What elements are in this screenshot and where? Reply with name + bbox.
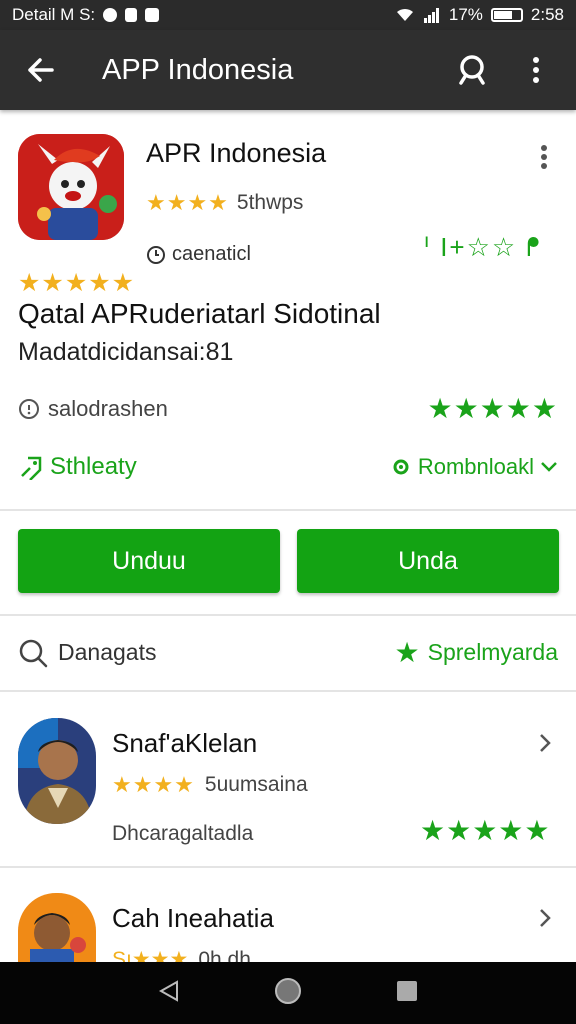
app-more-icon[interactable] bbox=[540, 144, 548, 175]
big-rating-stars: ★★★★★ bbox=[18, 269, 136, 297]
list-item-rating-text: 0h dh bbox=[198, 947, 251, 963]
links-row: Sthleaty Rombnloakl bbox=[18, 453, 558, 481]
app-category: caenaticl bbox=[146, 243, 251, 266]
clock-icon bbox=[147, 245, 165, 264]
meta-green-stars: ★★★★★ bbox=[427, 393, 558, 424]
list-item[interactable]: Cah Ineahatia Sı★★★ 0h dh bbox=[0, 893, 576, 962]
divider bbox=[0, 614, 576, 616]
meta-label: salodrashen bbox=[48, 395, 168, 421]
home-circle-icon[interactable] bbox=[274, 977, 302, 1010]
divider bbox=[0, 690, 576, 692]
battery-icon bbox=[490, 8, 523, 22]
list-item[interactable]: Snaf'aKlelan ★★★★ 5uumsaina Dhcaragaltad… bbox=[0, 718, 576, 868]
rating-text: 5thwps bbox=[236, 191, 304, 214]
more-vert-icon[interactable] bbox=[514, 48, 558, 92]
search-icon[interactable] bbox=[18, 638, 48, 668]
wifi-icon bbox=[396, 8, 413, 21]
info-icon bbox=[19, 398, 39, 419]
back-arrow-icon[interactable] bbox=[18, 48, 62, 92]
rating-stars: Sı★★★ bbox=[112, 947, 188, 962]
list-item-rating-text: 5uumsaina bbox=[204, 773, 308, 796]
app-name: APR Indonesia bbox=[146, 138, 327, 168]
search-section-row: Danagats ★ Sprelmyarda bbox=[18, 636, 558, 669]
status-left-text: Detail M S: bbox=[12, 5, 96, 24]
list-item-rating: Sı★★★ 0h dh bbox=[112, 947, 251, 963]
app-bar: APP Indonesia bbox=[0, 30, 576, 110]
rating-stars: ★★★★ bbox=[146, 190, 229, 215]
tag-icon bbox=[21, 456, 42, 480]
app-badges: ᑊ I+☆☆ ᖰ bbox=[424, 232, 542, 262]
primary-download-button[interactable]: Unduu bbox=[18, 529, 280, 593]
list-item-title: Cah Ineahatia bbox=[112, 903, 274, 933]
stars-prefix: Sı bbox=[112, 948, 132, 962]
status-time: 2:58 bbox=[530, 5, 564, 24]
recents-square-icon[interactable] bbox=[395, 979, 419, 1008]
rating-stars: ★★★★ bbox=[112, 772, 195, 797]
app-bar-title: APP Indonesia bbox=[102, 53, 294, 86]
battery-percent: 17% bbox=[448, 5, 483, 24]
settings-icon bbox=[393, 459, 409, 475]
search-icon[interactable] bbox=[450, 48, 494, 92]
search-section-label[interactable]: Danagats bbox=[58, 639, 156, 666]
app-rating: ★★★★ 5thwps bbox=[146, 190, 303, 216]
link-left[interactable]: Sthleaty bbox=[18, 453, 137, 481]
list-item-green-stars: ★★★★★ bbox=[420, 815, 551, 846]
link-right-label: Rombnloakl bbox=[417, 454, 534, 479]
list-item-rating: ★★★★ 5uumsaina bbox=[112, 772, 308, 798]
avatar bbox=[18, 893, 96, 962]
list-item-title: Snaf'aKlelan bbox=[112, 728, 258, 758]
notification-icon bbox=[103, 8, 118, 22]
meta-row: salodrashen ★★★★★ bbox=[18, 392, 558, 425]
link-right[interactable]: Rombnloakl bbox=[390, 454, 558, 480]
back-triangle-icon[interactable] bbox=[157, 979, 181, 1008]
featured-label: Sprelmyarda bbox=[427, 639, 558, 665]
category-text: caenaticl bbox=[172, 243, 251, 265]
link-left-label: Sthleaty bbox=[50, 453, 137, 480]
app-subline: Madatdicidansai:81 bbox=[18, 338, 234, 366]
list-item-subtitle: Dhcaragaltadla bbox=[112, 822, 254, 845]
app-headline: Qatal APRuderiatarl Sidotinal bbox=[18, 298, 381, 329]
star-icon: ★ bbox=[394, 637, 420, 668]
app-icon[interactable] bbox=[18, 134, 124, 240]
avatar bbox=[18, 718, 96, 824]
chevron-down-icon bbox=[541, 462, 557, 472]
chevron-right-icon[interactable] bbox=[538, 907, 552, 934]
notification-icon bbox=[125, 8, 138, 22]
signal-icon bbox=[423, 8, 439, 23]
divider bbox=[0, 509, 576, 511]
chevron-right-icon[interactable] bbox=[538, 732, 552, 759]
featured-link[interactable]: ★ Sprelmyarda bbox=[395, 636, 559, 669]
system-nav-bar bbox=[0, 962, 576, 1024]
status-bar: Detail M S: 17% 2:58 bbox=[0, 0, 576, 30]
divider bbox=[0, 866, 576, 868]
secondary-download-button[interactable]: Unda bbox=[297, 529, 559, 593]
notification-icon bbox=[145, 8, 160, 22]
